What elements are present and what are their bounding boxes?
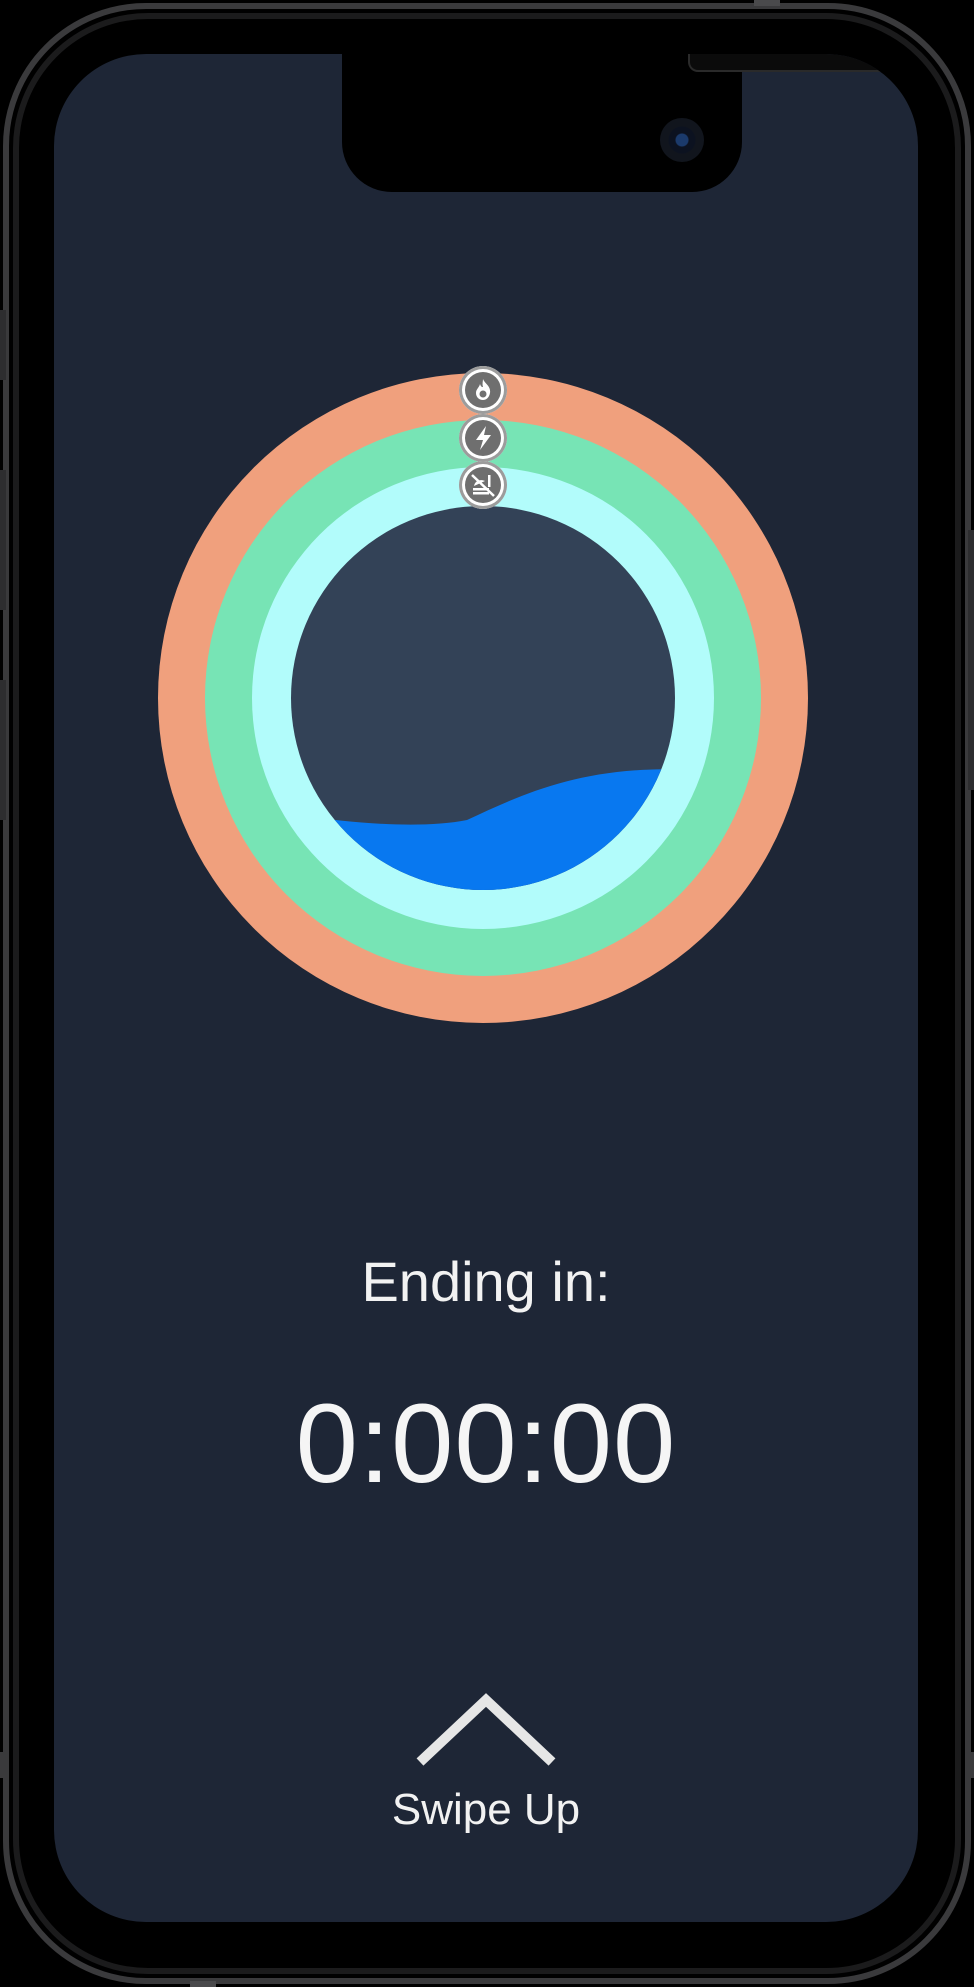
chevron-up-icon[interactable] (414, 1686, 558, 1766)
speaker-grille (688, 54, 902, 72)
app-screen: Ending in: 0:00:00 Swipe Up (54, 54, 918, 1922)
phone-frame: Ending in: 0:00:00 Swipe Up (0, 0, 974, 1987)
front-camera (660, 118, 704, 162)
countdown-label: Ending in: (361, 1250, 611, 1313)
no-food-icon (459, 461, 507, 509)
countdown-timer: 0:00:00 (295, 1381, 677, 1506)
fasting-progress-rings (157, 366, 809, 1024)
lightning-icon (459, 414, 507, 462)
flame-icon (459, 366, 507, 414)
notch (342, 54, 902, 192)
swipe-up-label[interactable]: Swipe Up (54, 1784, 918, 1836)
